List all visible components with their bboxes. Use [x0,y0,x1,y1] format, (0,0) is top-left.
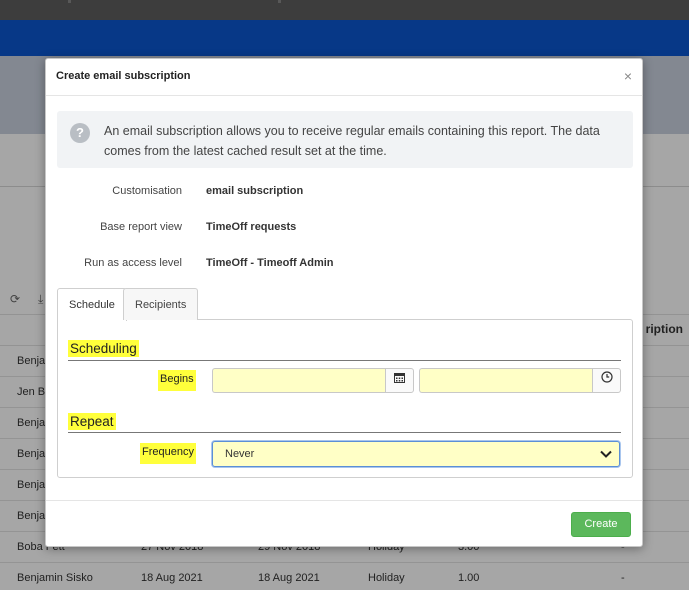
create-email-subscription-dialog: Create email subscription × ? An email s… [45,58,643,547]
calendar-icon-graphic [394,373,405,383]
scheduling-heading: Scheduling [68,340,139,357]
subscription-tabs: Schedule Recipients [57,288,633,321]
meta-label: Run as access level [84,257,182,269]
meta-value: email subscription [206,185,304,197]
schedule-tab-panel: Scheduling Begins Repeat Frequency Never [57,319,633,478]
begins-date-input[interactable] [212,368,386,393]
frequency-select[interactable]: Never [212,441,620,467]
meta-row-base-report-view: Base report view TimeOff requests [46,221,642,237]
modal-title: Create email subscription [56,70,191,82]
meta-label: Base report view [100,221,182,233]
info-text: An email subscription allows you to rece… [104,124,600,158]
meta-value: TimeOff - Timeoff Admin [206,257,334,269]
begins-time-input[interactable] [419,368,593,393]
info-callout: ? An email subscription allows you to re… [57,111,633,168]
modal-footer: Create [46,500,642,547]
close-icon[interactable]: × [624,68,632,84]
tab-recipients[interactable]: Recipients [123,288,199,320]
scheduling-divider [68,360,621,361]
begins-label: Begins [158,370,196,391]
calendar-icon[interactable] [385,368,414,393]
frequency-label: Frequency [140,443,196,464]
meta-row-customisation: Customisation email subscription [46,185,642,201]
tab-schedule[interactable]: Schedule [57,288,127,321]
question-circle-icon: ? [70,123,90,143]
clock-icon[interactable] [592,368,621,393]
clock-icon-graphic [600,371,613,383]
meta-label: Customisation [112,185,182,197]
meta-row-run-as-access-level: Run as access level TimeOff - Timeoff Ad… [46,257,642,273]
repeat-heading: Repeat [68,413,116,430]
create-button[interactable]: Create [571,512,631,537]
meta-value: TimeOff requests [206,221,297,233]
modal-header: Create email subscription × [46,59,642,96]
repeat-divider [68,432,621,433]
frequency-selected-value: Never [225,448,255,460]
chevron-down-icon [600,450,612,458]
